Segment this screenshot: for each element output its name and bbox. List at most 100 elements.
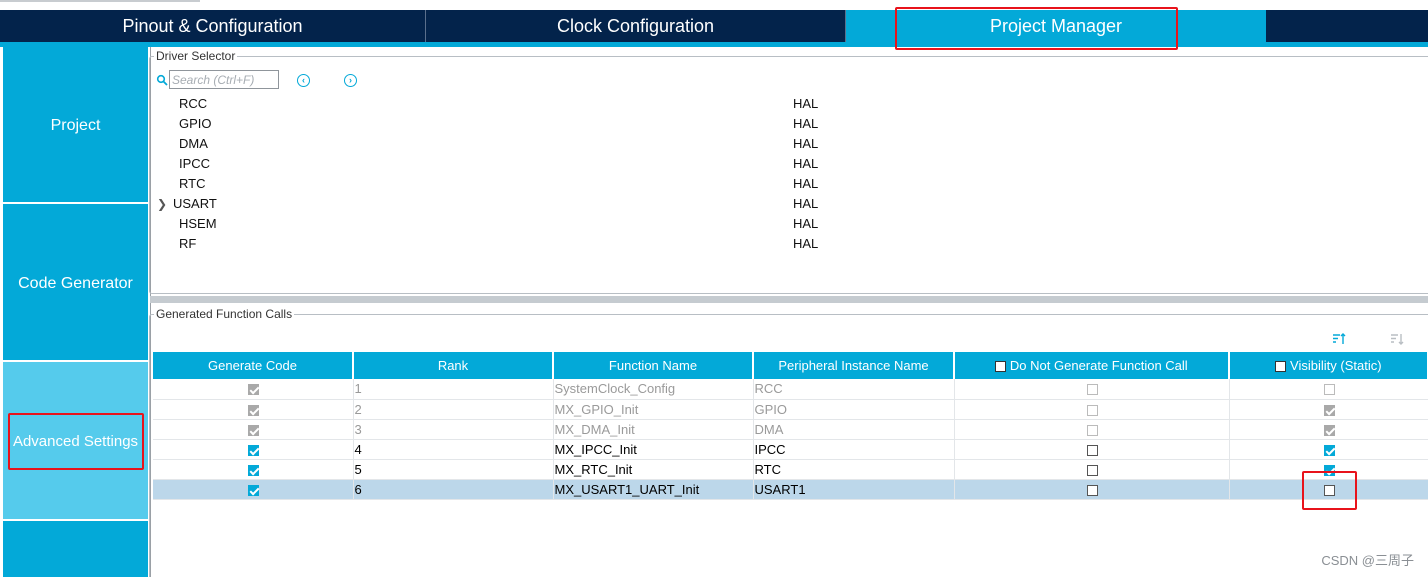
column-header-visibility[interactable]: Visibility (Static) [1229,352,1428,379]
table-row[interactable]: 2 MX_GPIO_Init GPIO [153,399,1428,420]
generate-code-checkbox [247,424,259,436]
select-all-do-not-generate-checkbox[interactable] [995,361,1007,373]
checkbox-cell [153,399,354,420]
visibility-static-checkbox[interactable] [1323,444,1335,456]
peripheral-instance-cell: IPCC [753,439,955,460]
driver-name: RF [179,236,197,251]
driver-type: HAL [793,116,819,131]
do-not-generate-checkbox[interactable] [1086,464,1098,476]
function-name-cell: MX_USART1_UART_Init [553,479,754,500]
column-header-peripheral-instance[interactable]: Peripheral Instance Name [753,352,955,379]
annotation-highlight-visibility-checkbox [1302,471,1357,510]
table-row[interactable]: 1 SystemClock_Config RCC [153,379,1428,400]
sort-down-icon[interactable] [1390,333,1404,345]
driver-type: HAL [793,156,819,171]
do-not-generate-checkbox[interactable] [1086,444,1098,456]
function-name-cell: MX_IPCC_Init [553,439,754,460]
checkbox-cell [1229,439,1428,460]
rank-cell: 1 [353,379,554,400]
table-row[interactable]: 5 MX_RTC_Init RTC [153,459,1428,480]
generate-code-checkbox[interactable] [247,484,259,496]
peripheral-instance-cell: DMA [753,419,955,440]
peripheral-instance-cell: RTC [753,459,955,480]
tab-clock-configuration[interactable]: Clock Configuration [426,10,846,42]
checkbox-cell [1229,399,1428,420]
driver-name: USART [173,196,217,211]
rank-cell: 4 [353,439,554,460]
generate-code-checkbox [247,384,259,396]
generate-code-checkbox[interactable] [247,464,259,476]
table-row[interactable]: 3 MX_DMA_Init DMA [153,419,1428,440]
table-row[interactable]: 6 MX_USART1_UART_Init USART1 [153,479,1428,500]
checkbox-cell [153,459,354,480]
sidebar-item-label: Project [50,117,101,134]
peripheral-instance-cell: USART1 [753,479,955,500]
driver-name: RCC [179,96,208,111]
sidebar-item-code-generator[interactable]: Code Generator [3,204,148,360]
function-name-cell: MX_DMA_Init [553,419,754,440]
stm32cubemx-window: Pinout & Configuration Clock Configurati… [0,0,1428,577]
driver-type: HAL [793,136,819,151]
project-manager-sidebar: Project Code Generator Advanced Settings [0,47,150,577]
visibility-static-checkbox [1323,404,1335,416]
checkbox-cell [954,419,1230,440]
driver-selector-title: Driver Selector [154,49,238,63]
search-previous-icon[interactable]: ‹ [297,74,310,87]
sort-up-icon[interactable] [1332,333,1346,345]
column-header-label: Visibility (Static) [1290,358,1382,373]
panel-splitter[interactable] [150,296,1428,303]
column-header-rank[interactable]: Rank [353,352,554,379]
sidebar-item-extra[interactable] [3,521,148,577]
checkbox-cell [954,399,1230,420]
generated-calls-title: Generated Function Calls [154,307,295,321]
peripheral-instance-cell: GPIO [753,399,955,420]
driver-type: HAL [793,236,819,251]
driver-type: HAL [793,176,819,191]
driver-name: IPCC [179,156,211,171]
search-input[interactable] [169,70,279,89]
rank-cell: 6 [353,479,554,500]
driver-name: HSEM [179,216,217,231]
column-header-label: Do Not Generate Function Call [1009,358,1188,373]
chevron-right-icon[interactable]: ❯ [157,194,167,214]
column-header-generate-code[interactable]: Generate Code [153,352,354,379]
table-row[interactable]: 4 MX_IPCC_Init IPCC [153,439,1428,460]
driver-type: HAL [793,96,819,111]
generate-code-checkbox[interactable] [247,444,259,456]
sidebar-item-label: Code Generator [18,275,133,292]
checkbox-cell [1229,419,1428,440]
checkbox-cell [1229,379,1428,400]
search-icon [156,74,168,86]
table-header-row: Generate Code Rank Function Name Periphe… [153,352,1428,379]
sidebar-item-project[interactable]: Project [3,47,148,202]
rank-cell: 3 [353,419,554,440]
function-name-cell: SystemClock_Config [553,379,754,400]
checkbox-cell [153,419,354,440]
checkbox-cell [954,439,1230,460]
peripheral-instance-cell: RCC [753,379,955,400]
do-not-generate-checkbox [1086,404,1098,416]
column-header-function-name[interactable]: Function Name [553,352,754,379]
rank-cell: 5 [353,459,554,480]
select-all-visibility-checkbox[interactable] [1275,361,1287,373]
driver-name: GPIO [179,116,212,131]
generated-function-calls-table: Generate Code Rank Function Name Periphe… [153,352,1428,500]
checkbox-cell [153,479,354,500]
do-not-generate-checkbox [1086,424,1098,436]
visibility-static-checkbox [1323,424,1335,436]
do-not-generate-checkbox[interactable] [1086,484,1098,496]
search-next-icon[interactable]: › [344,74,357,87]
column-header-do-not-generate[interactable]: Do Not Generate Function Call [954,352,1230,379]
tab-label: Pinout & Configuration [122,16,303,36]
do-not-generate-checkbox [1086,384,1098,396]
function-name-cell: MX_RTC_Init [553,459,754,480]
top-strip [0,0,1428,10]
checkbox-cell [153,379,354,400]
driver-type: HAL [793,196,819,211]
driver-name: DMA [179,136,208,151]
visibility-static-checkbox [1323,384,1335,396]
tab-label: Clock Configuration [556,16,715,36]
checkbox-cell [954,379,1230,400]
tab-pinout-configuration[interactable]: Pinout & Configuration [0,10,426,42]
watermark: CSDN @三周子 [1321,553,1414,568]
